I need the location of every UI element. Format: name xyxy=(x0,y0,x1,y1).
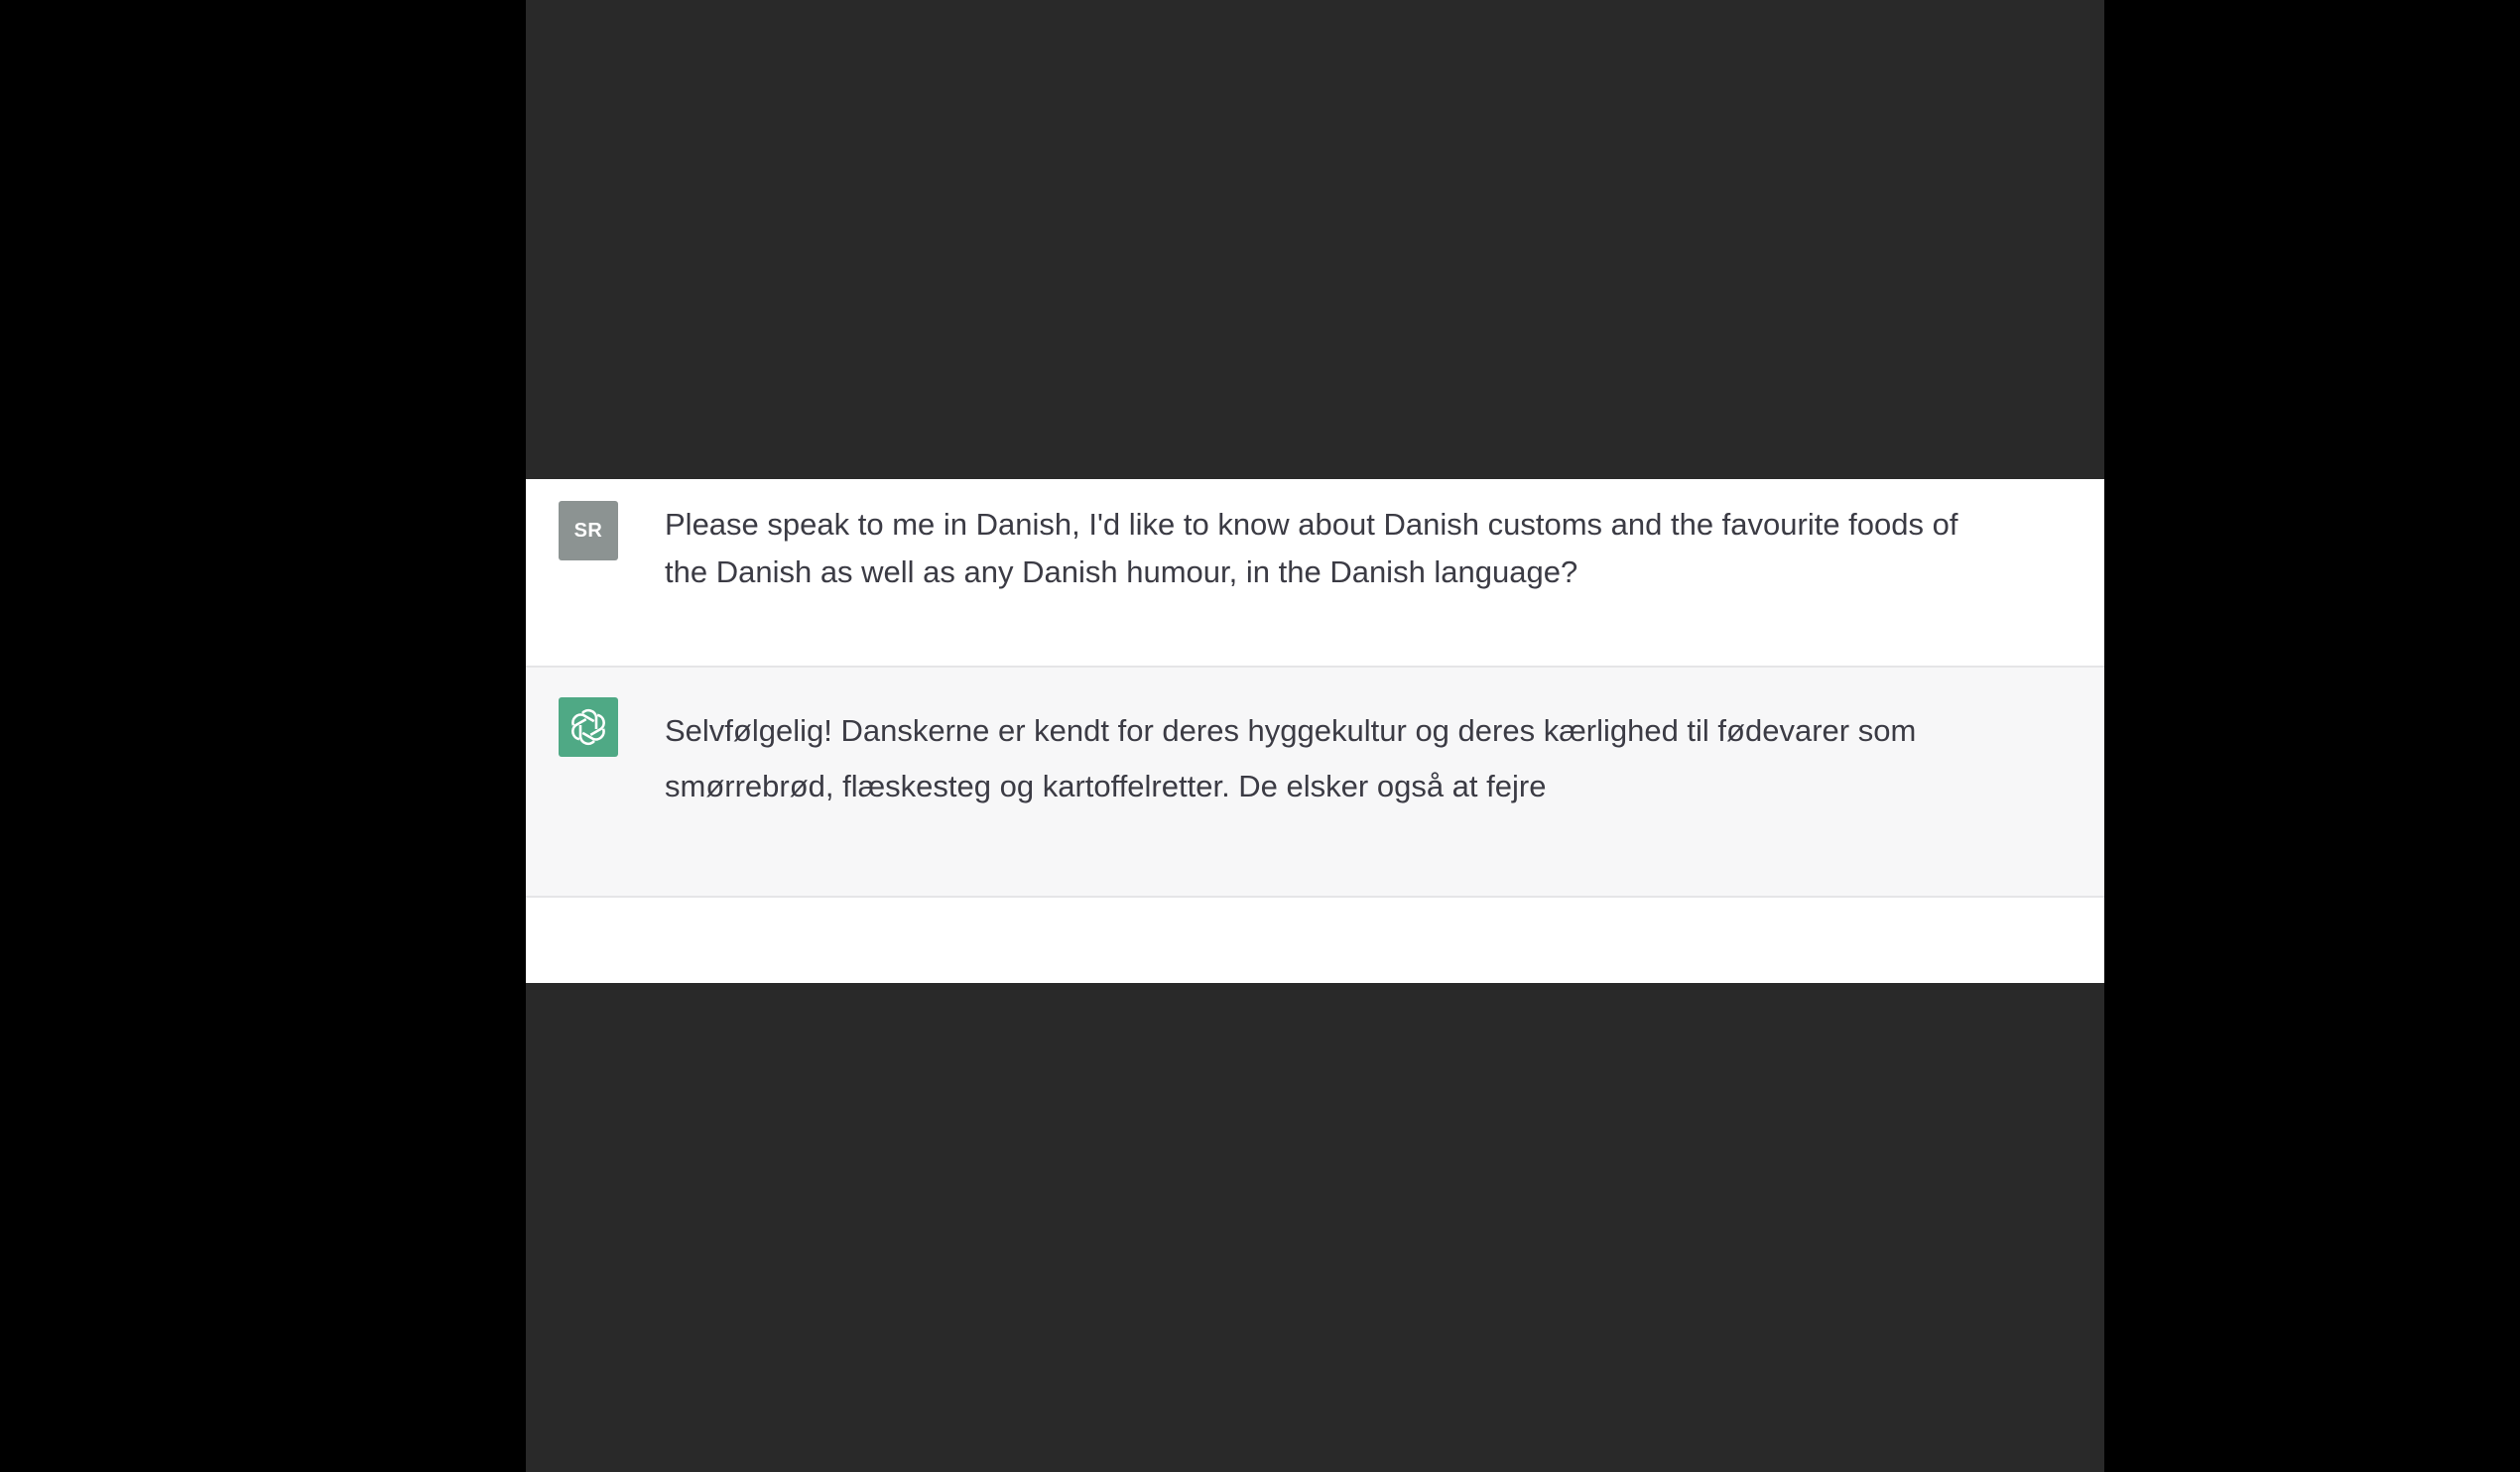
user-message-text: Please speak to me in Danish, I'd like t… xyxy=(665,507,1958,589)
openai-logo-icon xyxy=(559,697,618,757)
assistant-message-text: Selvfølgelig! Danskerne er kendt for der… xyxy=(665,713,1917,803)
chat-conversation: SR Please speak to me in Danish, I'd lik… xyxy=(526,479,2104,983)
user-avatar: SR xyxy=(559,501,618,560)
assistant-message-row: Selvfølgelig! Danskerne er kendt for der… xyxy=(526,668,2104,898)
chat-footer-area xyxy=(526,898,2104,983)
video-frame: SR Please speak to me in Danish, I'd lik… xyxy=(526,0,2104,1472)
user-message-row: SR Please speak to me in Danish, I'd lik… xyxy=(526,479,2104,668)
